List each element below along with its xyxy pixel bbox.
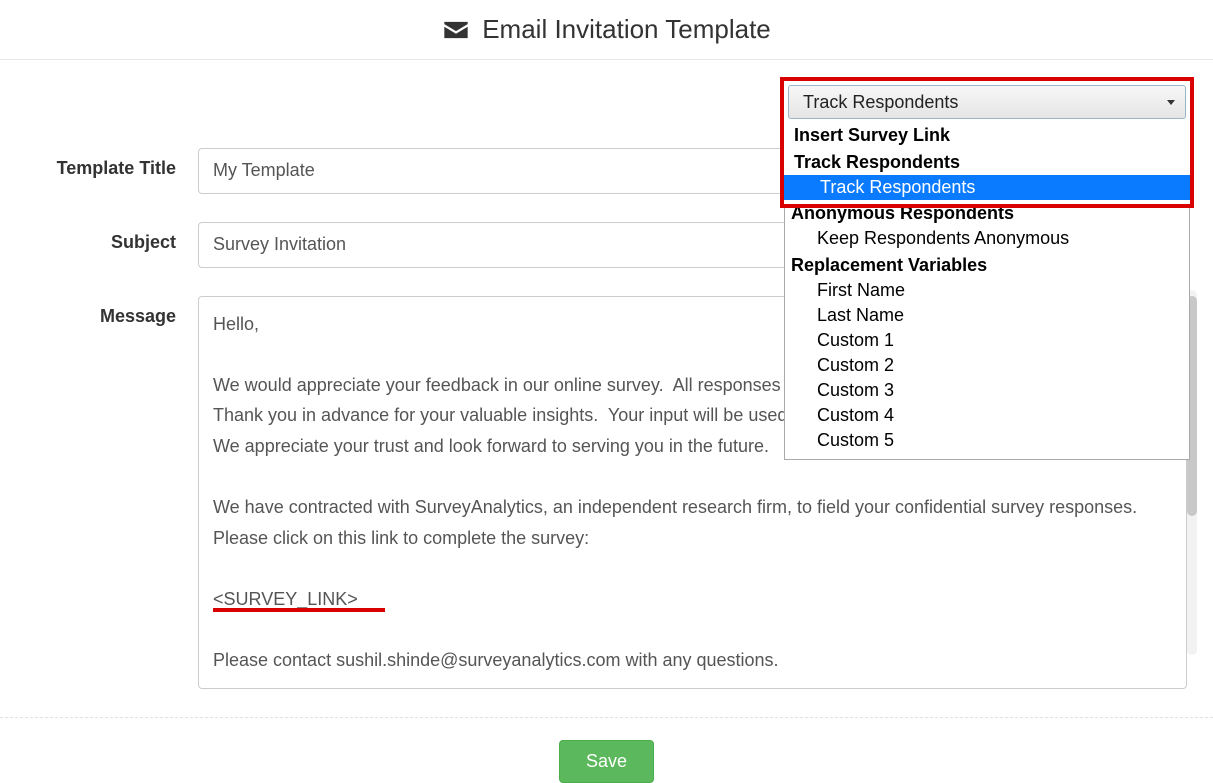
variable-dropdown[interactable]: Track Respondents	[788, 85, 1186, 119]
variable-dropdown-highlight: Track Respondents Insert Survey Link Tra…	[780, 77, 1194, 208]
dropdown-option-custom-4[interactable]: Custom 4	[785, 403, 1189, 428]
label-template-title: Template Title	[8, 148, 198, 179]
envelope-icon	[442, 16, 470, 44]
dropdown-group-header: Track Respondents	[784, 148, 1190, 175]
variable-dropdown-list: Anonymous Respondents Keep Respondents A…	[784, 199, 1190, 460]
dropdown-option-first-name[interactable]: First Name	[785, 278, 1189, 303]
dropdown-option-custom-5[interactable]: Custom 5	[785, 428, 1189, 453]
variable-dropdown-selected: Track Respondents	[803, 92, 958, 113]
chevron-down-icon	[1167, 100, 1175, 105]
footer: Save	[0, 717, 1213, 783]
save-button[interactable]: Save	[559, 740, 654, 783]
dropdown-option-custom-3[interactable]: Custom 3	[785, 378, 1189, 403]
dropdown-option-last-name[interactable]: Last Name	[785, 303, 1189, 328]
page-title: Email Invitation Template	[482, 14, 771, 45]
dropdown-option-keep-anonymous[interactable]: Keep Respondents Anonymous	[785, 226, 1189, 251]
dropdown-option-custom-2[interactable]: Custom 2	[785, 353, 1189, 378]
label-message: Message	[8, 296, 198, 327]
dropdown-group-header: Replacement Variables	[785, 251, 1189, 278]
dropdown-option-custom-1[interactable]: Custom 1	[785, 328, 1189, 353]
dropdown-group-header: Insert Survey Link	[784, 121, 1190, 148]
page-header: Email Invitation Template	[0, 0, 1213, 60]
dropdown-option-track-respondents[interactable]: Track Respondents	[784, 175, 1190, 200]
label-subject: Subject	[8, 222, 198, 253]
